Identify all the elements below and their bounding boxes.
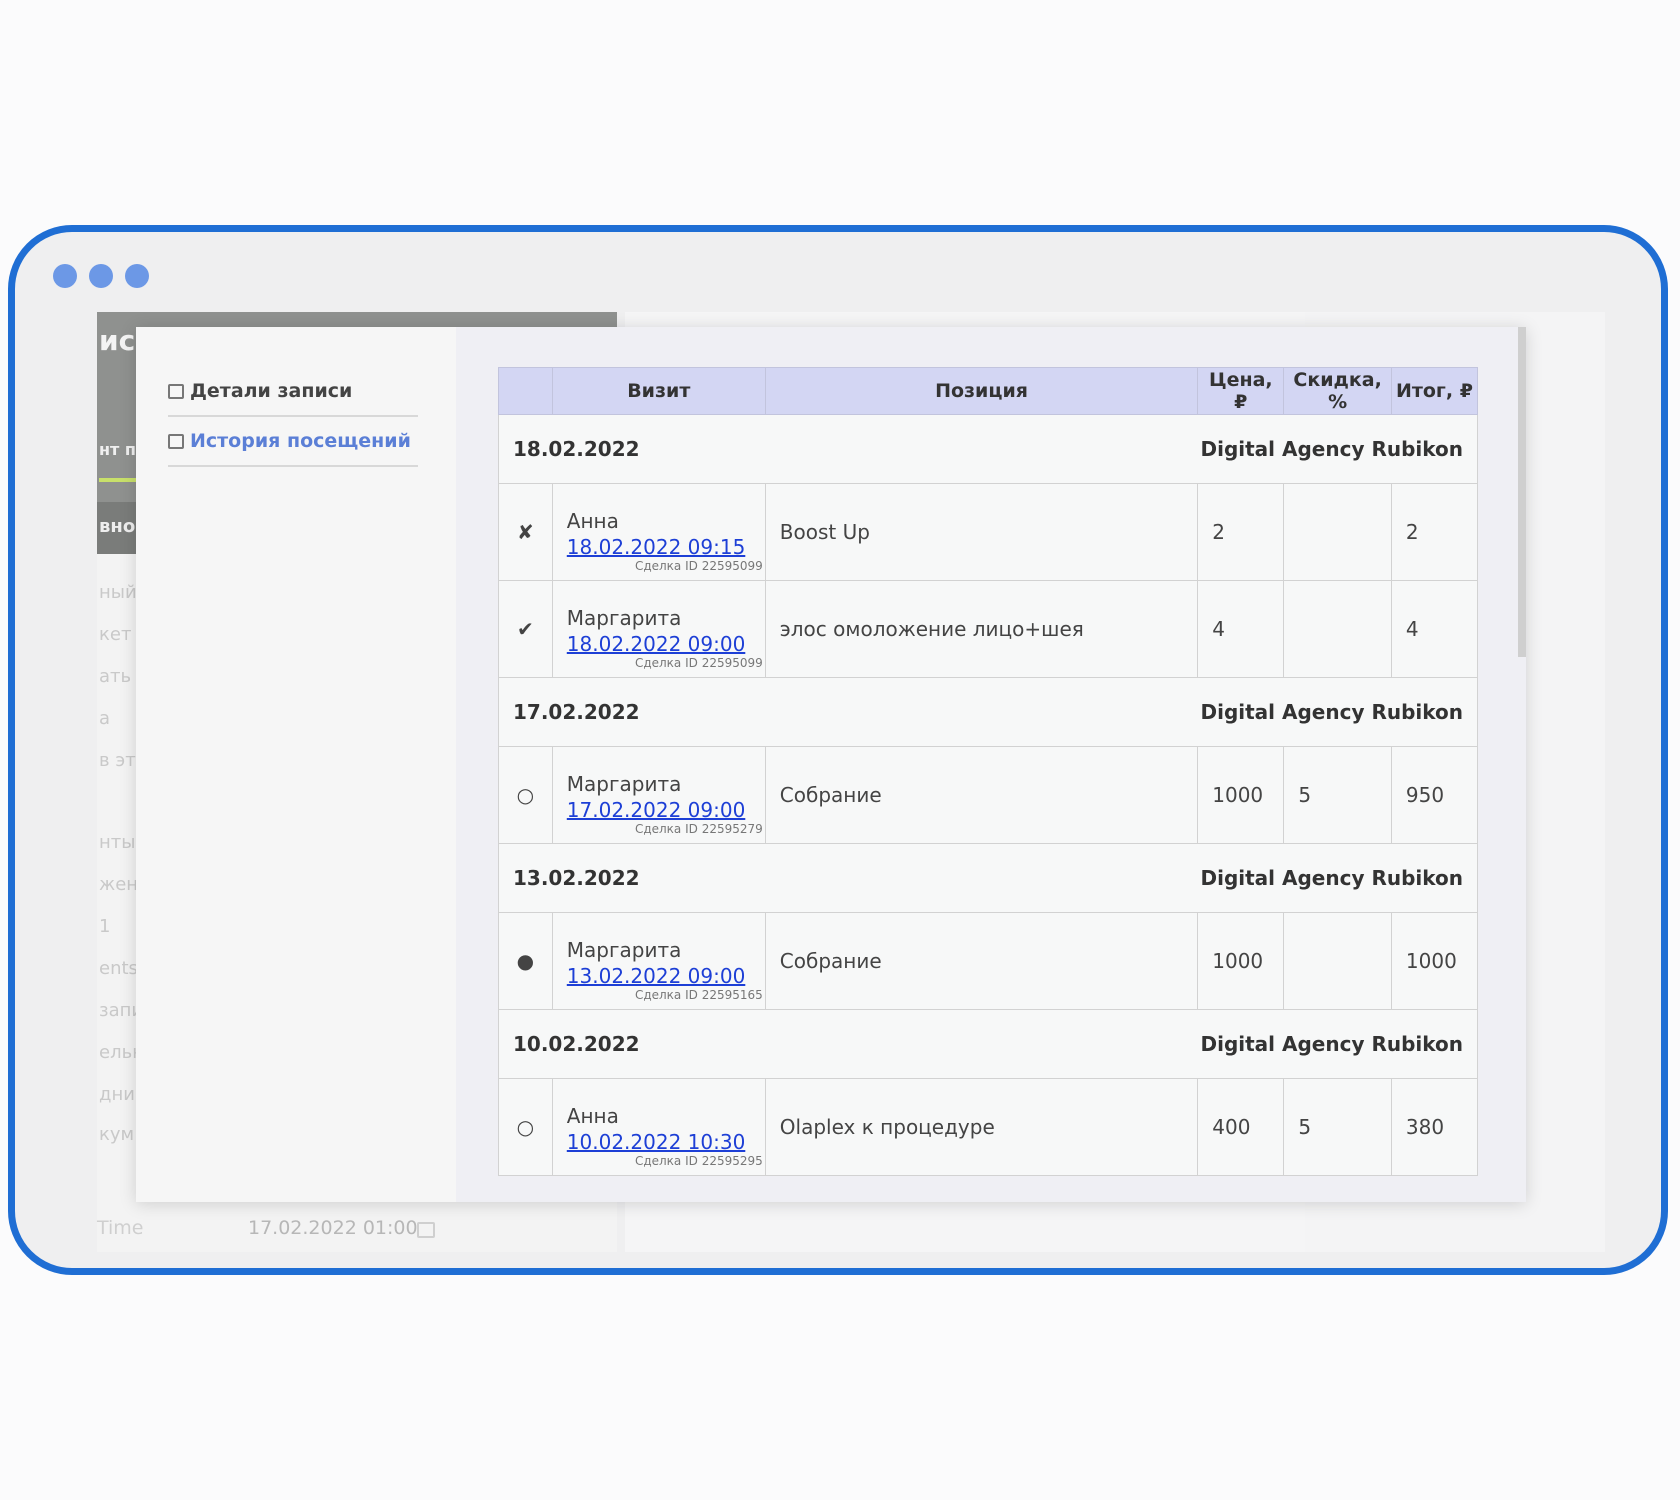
visit-discount — [1283, 912, 1392, 1010]
sidebar-item-history[interactable]: История посещений — [168, 417, 418, 467]
date-group-cell: 10.02.2022 Digital Agency Rubikon — [498, 1009, 1478, 1079]
date-group-row: 17.02.2022 Digital Agency Rubikon — [498, 677, 1478, 747]
background-list-item: нты — [99, 832, 136, 853]
scrollbar[interactable] — [1518, 327, 1526, 657]
visit-row: ✘ Анна 18.02.2022 09:15 Сделка ID 22595099 B… — [498, 483, 1479, 581]
visit-row: ● Маргарита 13.02.2022 09:00 Сделка ID 2259… — [498, 912, 1479, 1010]
group-organization: Digital Agency Rubikon — [1200, 866, 1463, 890]
visit-cell: Маргарита 17.02.2022 09:00 Сделка ID 22595… — [551, 746, 766, 844]
visit-position: Собрание — [764, 912, 1199, 1010]
visit-row: ○ Анна 10.02.2022 10:30 Сделка ID 22595295 O… — [498, 1078, 1479, 1176]
visit-status-icon: ✘ — [498, 483, 553, 581]
background-accent-bar — [99, 478, 139, 482]
visit-status-icon: ○ — [498, 1078, 553, 1176]
browser-frame: ись нт пр вное ный кет ать сав эт нты жени 1 e… — [8, 225, 1668, 1275]
visit-total: 1000 — [1390, 912, 1479, 1010]
group-organization: Digital Agency Rubikon — [1200, 437, 1463, 461]
table-header-row: Визит Позиция Цена, ₽ Скидка, % Итог, ₽ — [498, 367, 1479, 415]
background-list-item: в эт — [99, 750, 136, 771]
visit-row: ○ Маргарита 17.02.2022 09:00 Сделка ID 2259… — [498, 746, 1479, 844]
group-organization: Digital Agency Rubikon — [1200, 1032, 1463, 1056]
deal-id: Сделка ID 22595295 — [634, 1154, 763, 1168]
background-list-item: дни — [99, 1084, 135, 1105]
visit-staff-name: Анна — [566, 1104, 619, 1128]
visit-staff-name: Маргарита — [566, 938, 682, 962]
window-controls — [53, 264, 149, 288]
visit-staff-name: Маргарита — [566, 772, 682, 796]
deal-id: Сделка ID 22595099 — [634, 559, 763, 573]
calendar-icon — [417, 1222, 435, 1238]
visit-history-table: Визит Позиция Цена, ₽ Скидка, % Итог, ₽ … — [498, 367, 1479, 1176]
background-time-label: Time — [97, 1217, 144, 1239]
visit-position: Boost Up — [764, 483, 1199, 581]
group-date: 17.02.2022 — [513, 700, 640, 724]
visit-total: 4 — [1390, 580, 1479, 678]
group-organization: Digital Agency Rubikon — [1200, 700, 1463, 724]
background-time-value: 17.02.2022 01:00 — [248, 1217, 418, 1239]
visit-position: Olaplex к процедуре — [764, 1078, 1199, 1176]
visit-history-modal: Детали записи История посещений Визит По… — [136, 327, 1526, 1202]
sidebar-item-details[interactable]: Детали записи — [168, 367, 418, 417]
background-list-item: ents — [99, 958, 138, 979]
visit-price: 1000 — [1197, 746, 1285, 844]
visit-discount — [1283, 580, 1392, 678]
date-group-row: 10.02.2022 Digital Agency Rubikon — [498, 1009, 1478, 1079]
deal-id: Сделка ID 22595165 — [634, 988, 763, 1002]
visit-position: элос омоложение лицо+шея — [764, 580, 1199, 678]
date-group-row: 13.02.2022 Digital Agency Rubikon — [498, 843, 1478, 913]
date-group-cell: 18.02.2022 Digital Agency Rubikon — [498, 414, 1478, 484]
briefcase-icon — [168, 433, 184, 449]
header-discount: Скидка, % — [1283, 367, 1392, 415]
header-position: Позиция — [764, 367, 1199, 415]
visit-row: ✔ Маргарита 18.02.2022 09:00 Сделка ID 2259… — [498, 580, 1479, 678]
background-list-item: ный — [99, 582, 137, 603]
date-group-cell: 13.02.2022 Digital Agency Rubikon — [498, 843, 1478, 913]
header-price: Цена, ₽ — [1197, 367, 1285, 415]
visit-staff-name: Маргарита — [566, 606, 682, 630]
background-list-item: кет — [99, 624, 132, 645]
visit-cell: Анна 10.02.2022 10:30 Сделка ID 22595295 — [551, 1078, 766, 1176]
window-dot-icon[interactable] — [125, 264, 149, 288]
visit-position: Собрание — [764, 746, 1199, 844]
group-date: 10.02.2022 — [513, 1032, 640, 1056]
visit-discount: 5 — [1283, 1078, 1392, 1176]
visit-discount — [1283, 483, 1392, 581]
visit-total: 2 — [1390, 483, 1479, 581]
deal-id: Сделка ID 22595099 — [634, 656, 763, 670]
visit-cell: Анна 18.02.2022 09:15 Сделка ID 22595099 — [551, 483, 766, 581]
window-dot-icon[interactable] — [53, 264, 77, 288]
visit-cell: Маргарита 18.02.2022 09:00 Сделка ID 22595… — [551, 580, 766, 678]
sidebar-item-label: История посещений — [190, 430, 411, 452]
sidebar-item-label: Детали записи — [190, 380, 353, 402]
modal-sidebar: Детали записи История посещений — [136, 327, 456, 1202]
visit-total: 950 — [1390, 746, 1479, 844]
visit-status-icon: ○ — [498, 746, 553, 844]
visit-status-icon: ✔ — [498, 580, 553, 678]
visit-price: 400 — [1197, 1078, 1285, 1176]
modal-main: Визит Позиция Цена, ₽ Скидка, % Итог, ₽ … — [456, 327, 1526, 1202]
visit-status-icon: ● — [498, 912, 553, 1010]
background-list-item: 1 — [99, 916, 111, 937]
visit-price: 2 — [1197, 483, 1285, 581]
visit-staff-name: Анна — [566, 509, 619, 533]
header-visit: Визит — [551, 367, 766, 415]
visit-price: 1000 — [1197, 912, 1285, 1010]
window-dot-icon[interactable] — [89, 264, 113, 288]
header-status — [498, 367, 553, 415]
date-group-cell: 17.02.2022 Digital Agency Rubikon — [498, 677, 1478, 747]
group-date: 18.02.2022 — [513, 437, 640, 461]
background-list-item: кум — [99, 1124, 135, 1145]
group-date: 13.02.2022 — [513, 866, 640, 890]
visit-total: 380 — [1390, 1078, 1479, 1176]
background-list-item: а — [99, 708, 111, 729]
calendar-icon — [168, 383, 184, 399]
date-group-row: 18.02.2022 Digital Agency Rubikon — [498, 414, 1478, 484]
visit-price: 4 — [1197, 580, 1285, 678]
deal-id: Сделка ID 22595279 — [634, 822, 763, 836]
visit-discount: 5 — [1283, 746, 1392, 844]
header-total: Итог, ₽ — [1390, 367, 1479, 415]
visit-cell: Маргарита 13.02.2022 09:00 Сделка ID 22595… — [551, 912, 766, 1010]
